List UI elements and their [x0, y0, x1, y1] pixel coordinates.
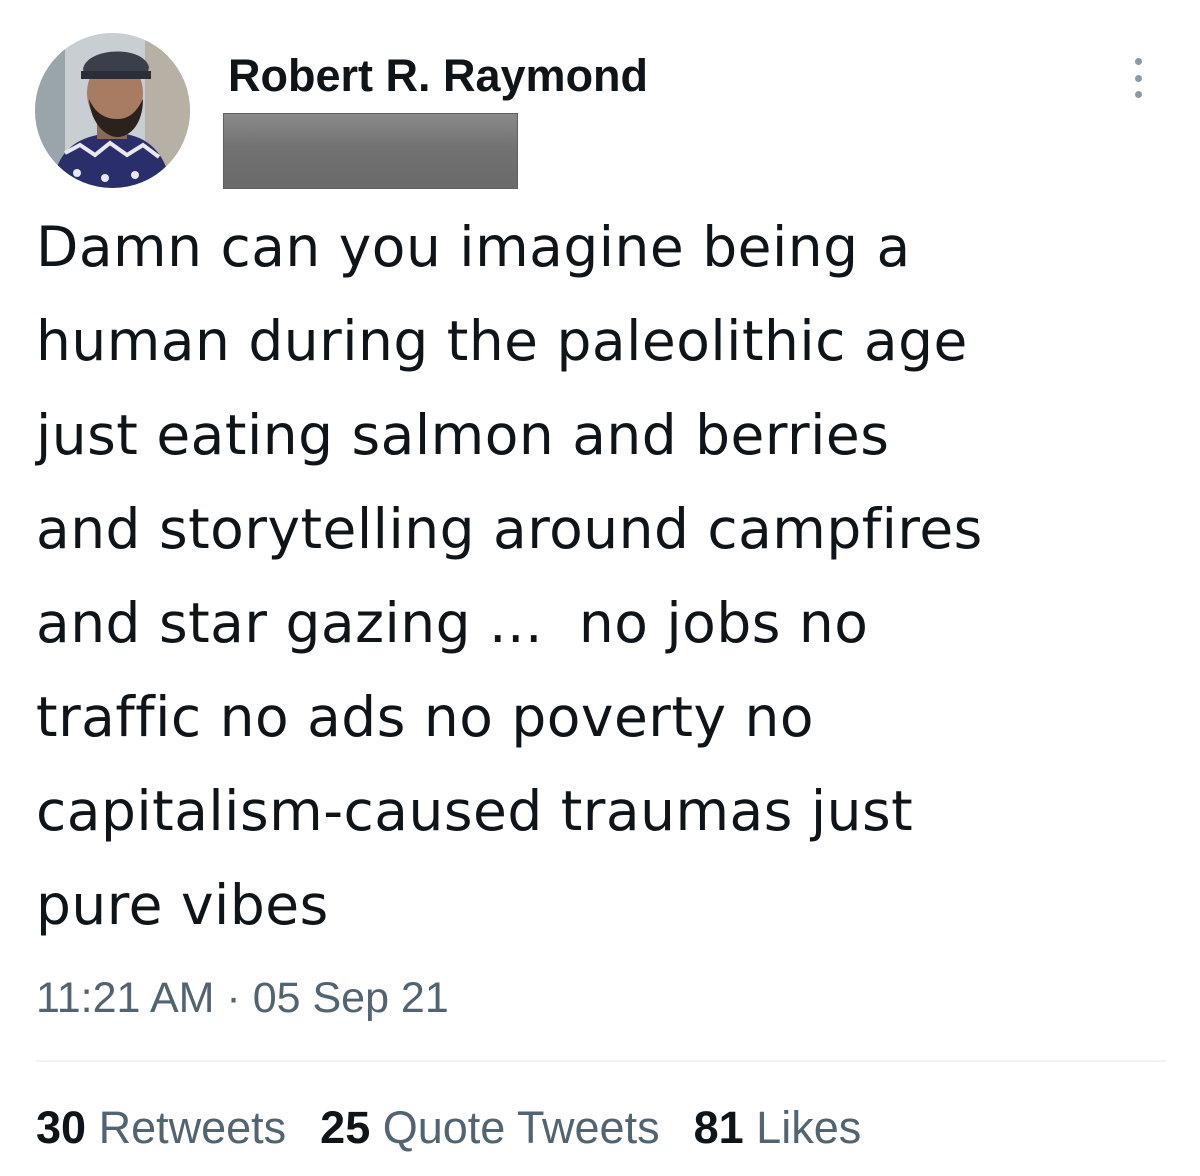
retweets-count: 30: [36, 1102, 87, 1153]
more-options-icon-dot: [1134, 74, 1142, 82]
more-options-button[interactable]: [1118, 52, 1158, 104]
avatar-photo: [35, 33, 190, 188]
tweet-line: Damn can you imagine being a: [36, 215, 911, 279]
retweets-stat[interactable]: 30 Retweets: [36, 1098, 286, 1158]
tweet-line: and storytelling around campfires: [36, 497, 983, 561]
tweet-line: just eating salmon and berries: [36, 403, 890, 467]
tweet-stats: 30 Retweets 25 Quote Tweets 81 Likes: [36, 1098, 861, 1158]
tweet-line: pure vibes: [36, 873, 329, 937]
tweet-timestamp[interactable]: 11:21 AM · 05 Sep 21: [36, 970, 449, 1026]
likes-label: Likes: [756, 1102, 862, 1153]
retweets-label: Retweets: [98, 1102, 287, 1153]
divider: [36, 1060, 1166, 1062]
redacted-handle: [223, 113, 518, 189]
quote-tweets-label: Quote Tweets: [382, 1102, 660, 1153]
likes-count: 81: [693, 1102, 744, 1153]
more-options-icon: [1134, 58, 1142, 65]
author-name[interactable]: Robert R. Raymond: [228, 48, 648, 104]
tweet-line: human during the paleolithic age: [36, 309, 968, 373]
avatar[interactable]: [35, 33, 190, 188]
tweet-text: Damn can you imagine being a human durin…: [36, 200, 1186, 952]
likes-stat[interactable]: 81 Likes: [694, 1098, 862, 1158]
tweet-line: capitalism-caused traumas just: [36, 779, 914, 843]
tweet-line: and star gazing ... no jobs no: [36, 591, 869, 655]
tweet-line: traffic no ads no poverty no: [36, 685, 815, 749]
more-options-icon-dot: [1134, 91, 1142, 98]
quote-tweets-stat[interactable]: 25 Quote Tweets: [320, 1098, 659, 1158]
quote-tweets-count: 25: [320, 1102, 371, 1153]
